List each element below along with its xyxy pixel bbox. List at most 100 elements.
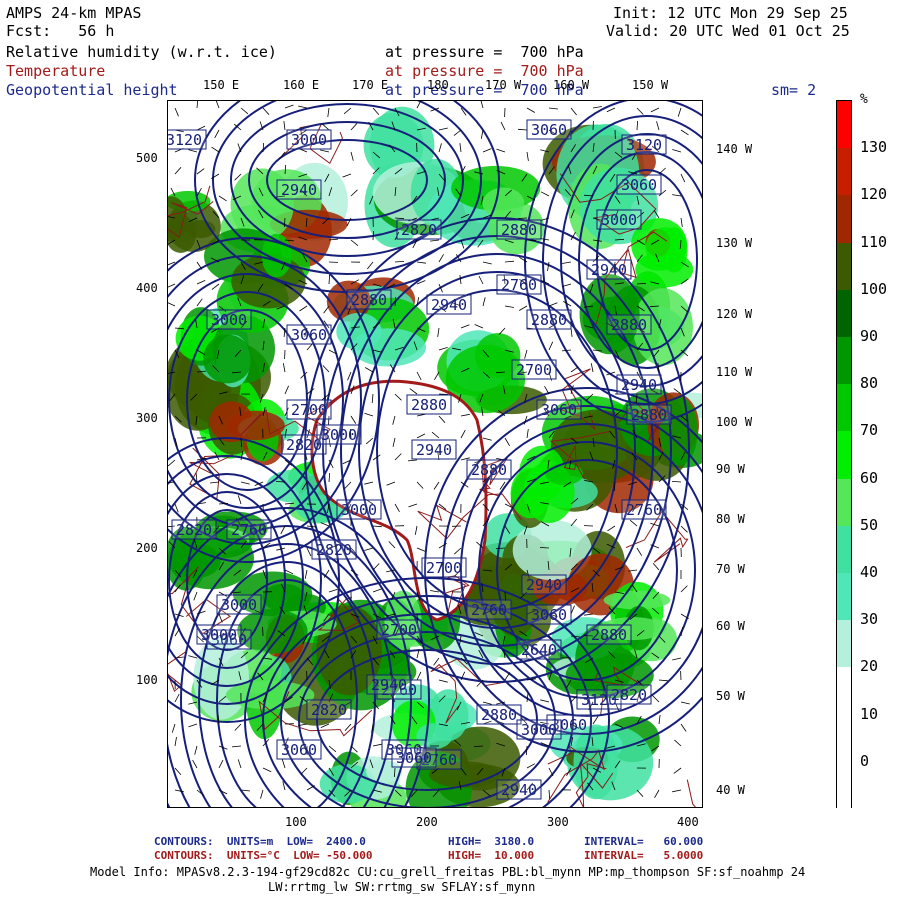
field-name-rh: Relative humidity (w.r.t. ice) — [6, 43, 277, 61]
lon-label-80w: 80 W — [716, 512, 745, 526]
height-contour-label: 3120 — [621, 134, 667, 155]
height-contour-label: 2820 — [396, 219, 442, 240]
map-panel: 3120 3000 3060 3120 2940 3060 3000 2820 2880 2940… — [167, 100, 703, 808]
y-axis-200: 200 — [136, 541, 158, 555]
lon-label-50w: 50 W — [716, 689, 745, 703]
legend-color-11 — [837, 620, 851, 668]
field-name-height: Geopotential height — [6, 81, 178, 99]
height-contour-label: 2820 — [306, 699, 352, 720]
height-contour-label-text: 2880 — [501, 221, 537, 239]
height-contour-label-text: 3060 — [621, 176, 657, 194]
rh-fill-patch — [203, 334, 253, 384]
rh-fill-patch — [482, 187, 525, 220]
height-contour-label-text: 3060 — [531, 121, 567, 139]
height-contour-label: 2700 — [376, 619, 422, 640]
legend-color-5 — [837, 337, 851, 385]
height-contour-label-text: 2760 — [471, 601, 507, 619]
legend-color-2 — [837, 195, 851, 244]
height-contour-label: 2880 — [466, 459, 512, 480]
height-contour-label: 3000 — [336, 499, 382, 520]
legend-color-7 — [837, 431, 851, 480]
height-contour-label: 2760 — [621, 499, 667, 520]
height-contour-label: 2640 — [516, 639, 562, 660]
field-level-rh: at pressure = 700 hPa — [385, 43, 584, 61]
legend-label-0: 0 — [860, 751, 870, 770]
lon-label-70w: 70 W — [716, 562, 745, 576]
height-contour-label: 2940 — [586, 259, 632, 280]
footer-height-contours: CONTOURS: UNITS=m LOW= 2400.0 — [154, 835, 366, 848]
height-contour-label-text: 2880 — [411, 396, 447, 414]
legend-unit: % — [860, 92, 868, 107]
footer-height-interval: INTERVAL= 60.000 — [584, 835, 704, 848]
legend-label-80: 80 — [860, 374, 879, 393]
legend-label-40: 40 — [860, 563, 879, 581]
legend-color-12 — [837, 667, 851, 716]
height-contour-label: 3060 — [616, 174, 662, 195]
height-contour-label: 3000 — [206, 309, 252, 330]
height-contour-label: 2940 — [366, 674, 412, 695]
height-contour-label: 2820 — [171, 519, 217, 540]
height-contour-label-text: 2940 — [431, 296, 467, 314]
height-contour-label-text: 2700 — [426, 559, 462, 577]
height-contour-label-text: 3000 — [521, 721, 557, 739]
y-axis-400: 400 — [136, 281, 158, 295]
legend-color-10 — [837, 573, 851, 621]
legend-label-60: 60 — [860, 468, 879, 487]
height-contour-label-text: 2880 — [611, 316, 647, 334]
color-legend-bar — [836, 100, 852, 810]
height-contour-label-text: 2940 — [416, 441, 452, 459]
height-contour-label: 2880 — [346, 289, 392, 310]
height-contour-label-text: 3060 — [281, 741, 317, 759]
height-contour-label: 2760 — [226, 519, 272, 540]
height-contour-label-text: 2940 — [371, 676, 407, 694]
lon-label-180: 180 — [427, 78, 449, 92]
height-contour-label-text: 2880 — [351, 291, 387, 309]
height-contour-label: 3060 — [286, 324, 332, 345]
lon-label-90w: 90 W — [716, 462, 745, 476]
height-contour-label: 2940 — [496, 779, 542, 800]
height-contour-label: 2940 — [411, 439, 457, 460]
legend-label-10: 10 — [860, 704, 879, 723]
model-title: AMPS 24-km MPAS — [6, 4, 142, 22]
height-contour-label: 3120 — [167, 129, 207, 150]
lon-label-100w: 100 W — [716, 415, 753, 429]
height-contour-label-text: 2940 — [591, 261, 627, 279]
wind-barb — [539, 547, 550, 549]
height-contour-label: 2880 — [476, 704, 522, 725]
legend-label-120: 120 — [860, 185, 888, 204]
y-axis-300: 300 — [136, 411, 158, 425]
height-contour-label: 2700 — [511, 359, 557, 380]
x-axis-400: 400 — [677, 815, 699, 829]
wind-barb — [438, 393, 449, 395]
init-time: Init: 12 UTC Mon 29 Sep 25 — [613, 4, 848, 22]
height-contour-label: 3000 — [596, 209, 642, 230]
legend-label-50: 50 — [860, 515, 879, 534]
height-contour-label: 2880 — [406, 394, 452, 415]
forecast-hour: Fcst: 56 h — [6, 22, 115, 40]
footer-model-info: Model Info: MPASv8.2.3-194-gf29cd82c CU:… — [90, 865, 806, 879]
height-contour-label-text: 2880 — [471, 461, 507, 479]
rh-fill-patch — [510, 467, 551, 519]
legend-color-14 — [837, 761, 851, 810]
lon-label-40w: 40 W — [716, 783, 745, 797]
field-name-temp: Temperature — [6, 62, 106, 80]
height-contour-label-text: 3000 — [601, 211, 637, 229]
height-contour-label-text: 2820 — [176, 521, 212, 539]
rh-height-temp-map: 3120 3000 3060 3120 2940 3060 3000 2820 2880 2940… — [167, 100, 703, 808]
lon-label-170e: 170 E — [352, 78, 389, 92]
height-contour-label-text: 2760 — [231, 521, 267, 539]
height-contour-label-text: 3120 — [167, 131, 202, 149]
height-contour-label: 2700 — [286, 399, 332, 420]
legend-color-1 — [837, 148, 851, 196]
y-axis-100: 100 — [136, 673, 158, 687]
height-contour-label: 3000 — [316, 424, 362, 445]
height-contour-label: 3060 — [276, 739, 322, 760]
height-contour-label-text: 2940 — [501, 781, 537, 799]
height-contour-label-text: 2940 — [526, 576, 562, 594]
height-contour-label-text: 2880 — [631, 406, 667, 424]
legend-label-90: 90 — [860, 327, 879, 345]
legend-color-0 — [837, 101, 851, 149]
height-contour-label-text: 2820 — [316, 541, 352, 559]
legend-color-13 — [837, 714, 851, 763]
height-contour-label: 3060 — [391, 747, 437, 768]
